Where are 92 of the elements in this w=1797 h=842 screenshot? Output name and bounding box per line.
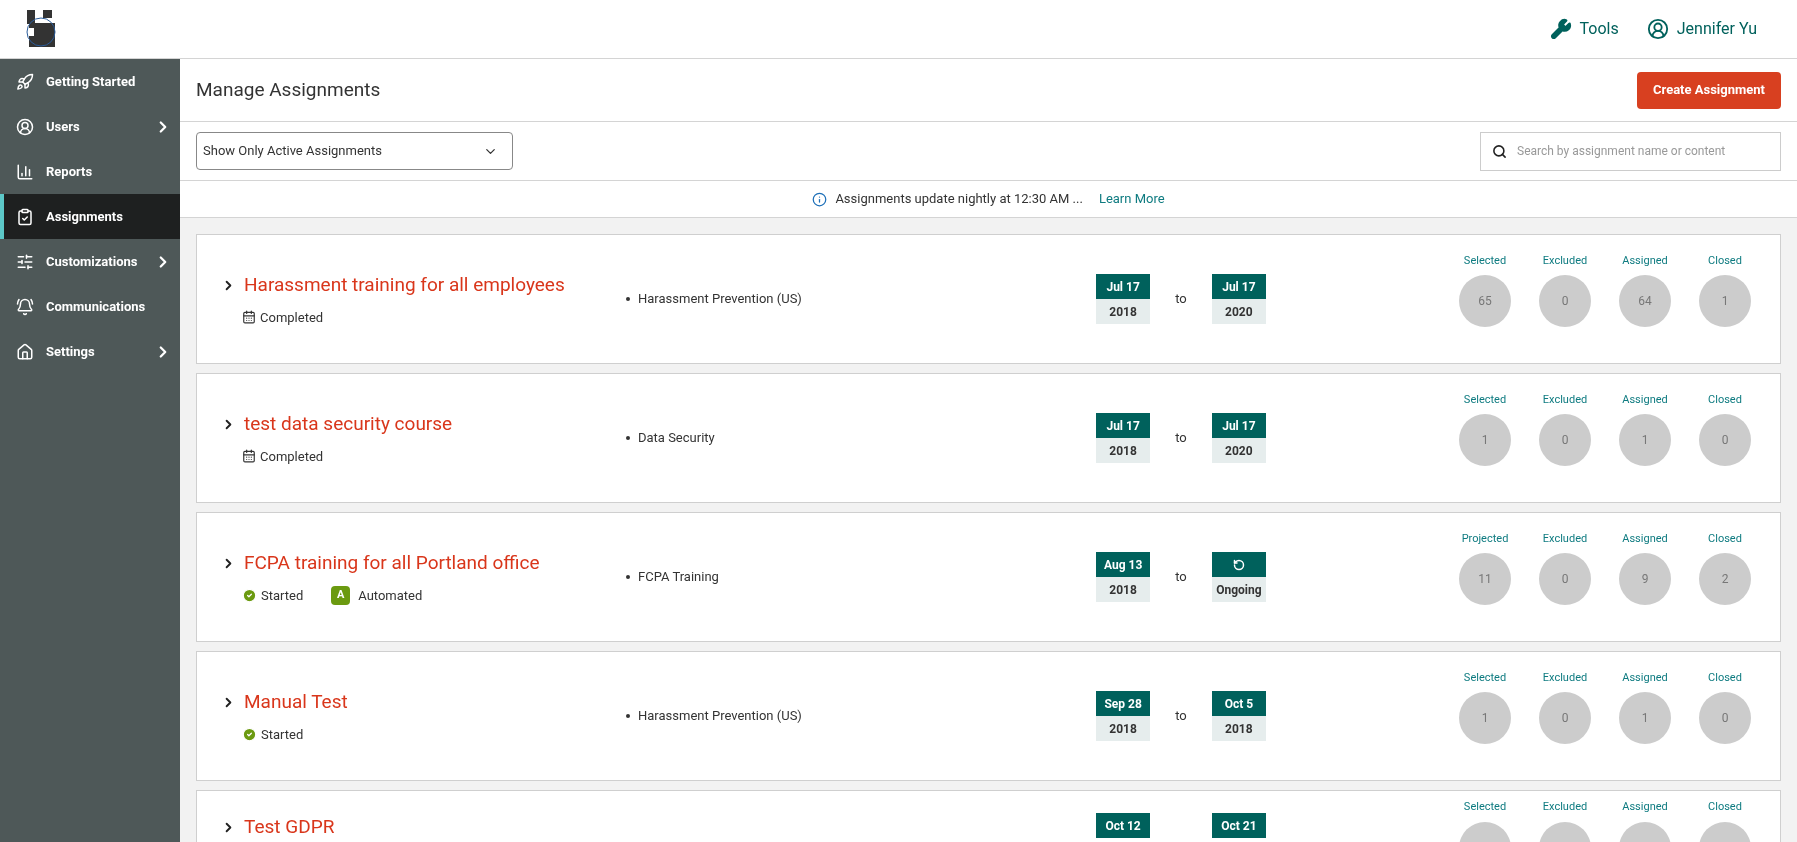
stat-label: Assigned	[1622, 391, 1668, 408]
clipboard-check-icon	[16, 207, 34, 226]
stat-label: Assigned	[1622, 799, 1668, 815]
date-header: Oct 5	[1211, 691, 1266, 716]
stat-label: Selected	[1463, 391, 1507, 408]
assignment-title[interactable]: Manual Test	[221, 688, 626, 717]
stat-label: Selected	[1463, 252, 1507, 269]
user-menu-button[interactable]: Jennifer Yu	[1646, 17, 1757, 41]
date-separator: to	[1175, 429, 1187, 448]
stat-label: Closed	[1708, 391, 1742, 408]
calendar-icon	[242, 449, 256, 464]
date-header: Jul 17	[1096, 413, 1151, 438]
home-icon	[16, 342, 34, 361]
assignment-title[interactable]: Test GDPR	[221, 813, 626, 842]
filter-dropdown[interactable]: Show Only Active Assignments	[196, 132, 513, 170]
date-header: Jul 17	[1096, 274, 1151, 299]
user-icon	[1646, 18, 1669, 40]
stat-label: Excluded	[1542, 530, 1588, 547]
date-year: 2018	[1096, 438, 1151, 463]
sidebar-item[interactable]: Users	[0, 104, 180, 149]
automated-badge: A	[331, 585, 351, 605]
sliders-icon	[16, 252, 34, 271]
date-header: Oct 12	[1096, 813, 1151, 838]
sidebar-item[interactable]: Settings	[0, 329, 180, 374]
date-separator: to	[1175, 290, 1187, 309]
logo-icon	[24, 10, 58, 48]
stat-label: Selected	[1463, 799, 1507, 815]
rocket-icon	[16, 72, 34, 91]
create-assignment-button[interactable]: Create Assignment	[1637, 71, 1781, 109]
sidebar-item[interactable]: Reports	[0, 149, 180, 194]
check-circle-icon	[242, 587, 257, 603]
status-label: Completed	[260, 308, 324, 327]
calendar-icon	[242, 310, 256, 325]
date-year: 2020	[1211, 299, 1266, 324]
date-year: 2018	[1096, 299, 1151, 324]
assignment-title[interactable]: FCPA training for all Portland office	[221, 549, 626, 578]
stat-label: Assigned	[1622, 669, 1668, 686]
status-label: Started	[261, 586, 304, 605]
stat-label: Excluded	[1542, 669, 1588, 686]
search-icon	[1492, 143, 1507, 159]
date-year: Ongoing	[1211, 577, 1266, 602]
stat-label: Excluded	[1542, 252, 1588, 269]
course-item: FCPA Training	[638, 568, 719, 587]
sidebar-item[interactable]: Customizations	[0, 239, 180, 284]
bar-chart-icon	[16, 162, 34, 181]
stat-label: Selected	[1463, 669, 1507, 686]
bell-icon	[16, 297, 34, 316]
bullet-icon	[626, 297, 630, 301]
date-separator: to	[1175, 568, 1187, 587]
course-item: Data Security	[638, 429, 715, 448]
status-label: Completed	[260, 447, 324, 466]
date-year: 2018	[1211, 716, 1266, 741]
tools-button[interactable]: Tools	[1549, 17, 1619, 41]
bullet-icon	[626, 436, 630, 440]
learn-more-link[interactable]: Learn More	[1098, 189, 1165, 209]
stat-label: Excluded	[1542, 799, 1588, 815]
date-header: Jul 17	[1211, 274, 1266, 299]
sidebar-item[interactable]: Getting Started	[0, 59, 180, 104]
date-header: Sep 28	[1096, 691, 1151, 716]
automated-label: Automated	[358, 586, 423, 605]
course-item: Harassment Prevention (US)	[638, 707, 802, 726]
stat-label: Projected	[1461, 530, 1509, 547]
sidebar-item[interactable]: Communications	[0, 284, 180, 329]
stat-label: Closed	[1708, 799, 1742, 815]
repeat-icon	[1232, 558, 1245, 571]
info-icon	[812, 191, 828, 207]
check-circle-icon	[242, 726, 257, 742]
date-header: Oct 21	[1211, 813, 1266, 838]
date-header: Aug 13	[1096, 552, 1151, 577]
date-year: 2018	[1096, 716, 1151, 741]
stat-label: Assigned	[1622, 530, 1668, 547]
stat-label: Closed	[1708, 530, 1742, 547]
bullet-icon	[626, 575, 630, 579]
notice-text: Assignments update nightly at 12:30 AM ...	[835, 190, 1083, 209]
course-item: Harassment Prevention (US)	[638, 290, 802, 309]
stat-label: Excluded	[1542, 391, 1588, 408]
stat-label: Assigned	[1622, 252, 1668, 269]
status-label: Started	[261, 725, 304, 744]
date-separator: to	[1175, 707, 1187, 726]
assignment-title[interactable]: Harassment training for all employees	[221, 271, 626, 300]
page-title: Manage Assignments	[196, 76, 381, 103]
date-year: 2018	[1096, 577, 1151, 602]
bullet-icon	[626, 714, 630, 718]
stat-label: Closed	[1708, 252, 1742, 269]
date-header: Jul 17	[1211, 413, 1266, 438]
wrench-icon	[1549, 18, 1572, 40]
sidebar-item[interactable]: Assignments	[0, 194, 180, 239]
date-year: 2020	[1211, 438, 1266, 463]
search-field[interactable]: Search by assignment name or content	[1480, 131, 1781, 171]
user-icon	[16, 117, 34, 136]
assignment-title[interactable]: test data security course	[221, 410, 626, 439]
stat-label: Closed	[1708, 669, 1742, 686]
